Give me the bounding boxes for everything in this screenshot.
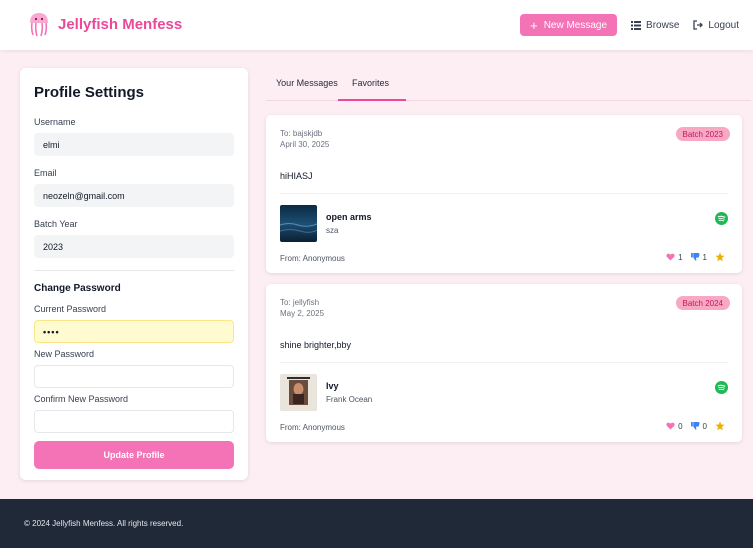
username-label: Username xyxy=(34,117,76,127)
dislike-count: 0 xyxy=(702,421,707,431)
like-button[interactable]: 0 xyxy=(666,421,683,431)
dislike-button[interactable]: 1 xyxy=(690,252,707,262)
brand-title: Jellyfish Menfess xyxy=(58,15,183,33)
footer: © 2024 Jellyfish Menfess. All rights res… xyxy=(0,499,753,548)
confirm-password-input[interactable] xyxy=(34,410,234,433)
browse-label: Browse xyxy=(646,19,680,31)
divider xyxy=(280,193,728,194)
jellyfish-icon xyxy=(30,13,48,37)
message-date: May 2, 2025 xyxy=(280,309,325,318)
like-count: 0 xyxy=(678,421,683,431)
active-tab-indicator xyxy=(338,99,406,101)
message-body: hiHIASJ xyxy=(280,171,313,181)
heart-icon xyxy=(666,422,675,430)
thumbs-down-icon xyxy=(690,422,700,430)
message-card[interactable]: To: bajskjdb April 30, 2025 Batch 2023 h… xyxy=(266,115,742,273)
album-cover xyxy=(280,374,317,411)
batch-badge: Batch 2023 xyxy=(675,127,730,141)
heart-icon xyxy=(666,253,675,261)
message-body: shine brighter,bby xyxy=(280,340,352,350)
username-field[interactable]: elmi xyxy=(34,133,234,156)
logout-link[interactable]: Logout xyxy=(693,20,739,31)
song-attachment[interactable]: Ivy Frank Ocean xyxy=(280,374,372,411)
plus-icon: + xyxy=(530,17,538,33)
message-recipient: To: bajskjdb xyxy=(280,129,323,138)
song-title: Ivy xyxy=(326,381,339,391)
song-artist: Frank Ocean xyxy=(326,395,373,404)
star-icon xyxy=(715,421,725,431)
confirm-password-label: Confirm New Password xyxy=(34,394,129,404)
tab-your-messages[interactable]: Your Messages xyxy=(276,78,338,88)
song-attachment[interactable]: open arms sza xyxy=(280,205,372,242)
navbar: Jellyfish Menfess + New Message Browse L… xyxy=(0,0,753,50)
like-count: 1 xyxy=(678,252,683,262)
thumbs-down-icon xyxy=(690,253,700,261)
divider xyxy=(280,362,728,363)
dislike-button[interactable]: 0 xyxy=(690,421,707,431)
message-sender: From: Anonymous xyxy=(280,423,345,432)
divider xyxy=(34,270,234,271)
update-profile-button[interactable]: Update Profile xyxy=(34,441,234,469)
favorite-button[interactable] xyxy=(715,421,728,431)
message-date: April 30, 2025 xyxy=(280,140,330,149)
batch-year-field[interactable]: 2023 xyxy=(34,235,234,258)
copyright-text: © 2024 Jellyfish Menfess. All rights res… xyxy=(24,519,184,528)
nav-actions: + New Message Browse Logout xyxy=(520,14,739,36)
message-sender: From: Anonymous xyxy=(280,254,345,263)
email-field[interactable]: neozeln@gmail.com xyxy=(34,184,234,207)
spotify-icon[interactable] xyxy=(715,212,728,225)
profile-title: Profile Settings xyxy=(34,84,145,101)
favorite-button[interactable] xyxy=(715,252,728,262)
new-message-label: New Message xyxy=(543,19,608,31)
new-message-button[interactable]: + New Message xyxy=(520,14,618,36)
dislike-count: 1 xyxy=(702,252,707,262)
reactions: 1 1 xyxy=(658,252,728,262)
song-artist: sza xyxy=(326,226,339,235)
logout-label: Logout xyxy=(708,19,739,31)
list-icon xyxy=(631,20,642,30)
message-card[interactable]: To: jellyfish May 2, 2025 Batch 2024 shi… xyxy=(266,284,742,442)
star-icon xyxy=(715,252,725,262)
message-tabs: Your Messages Favorites xyxy=(266,68,751,101)
batch-badge: Batch 2024 xyxy=(675,296,730,310)
new-password-input[interactable] xyxy=(34,365,234,388)
new-password-label: New Password xyxy=(34,349,95,359)
current-password-input[interactable]: •••• xyxy=(34,320,234,343)
profile-settings-card: Profile Settings Username elmi Email neo… xyxy=(20,68,248,480)
spotify-icon[interactable] xyxy=(715,381,728,394)
browse-link[interactable]: Browse xyxy=(631,20,679,31)
like-button[interactable]: 1 xyxy=(666,252,683,262)
reactions: 0 0 xyxy=(658,421,728,431)
song-title: open arms xyxy=(326,212,372,222)
logout-icon xyxy=(693,20,704,30)
album-cover xyxy=(280,205,317,242)
batch-year-label: Batch Year xyxy=(34,219,78,229)
email-label: Email xyxy=(34,168,57,178)
current-password-label: Current Password xyxy=(34,304,107,314)
change-password-title: Change Password xyxy=(34,283,121,294)
message-recipient: To: jellyfish xyxy=(280,298,320,307)
brand[interactable]: Jellyfish Menfess xyxy=(28,11,182,37)
tab-favorites[interactable]: Favorites xyxy=(352,78,389,88)
